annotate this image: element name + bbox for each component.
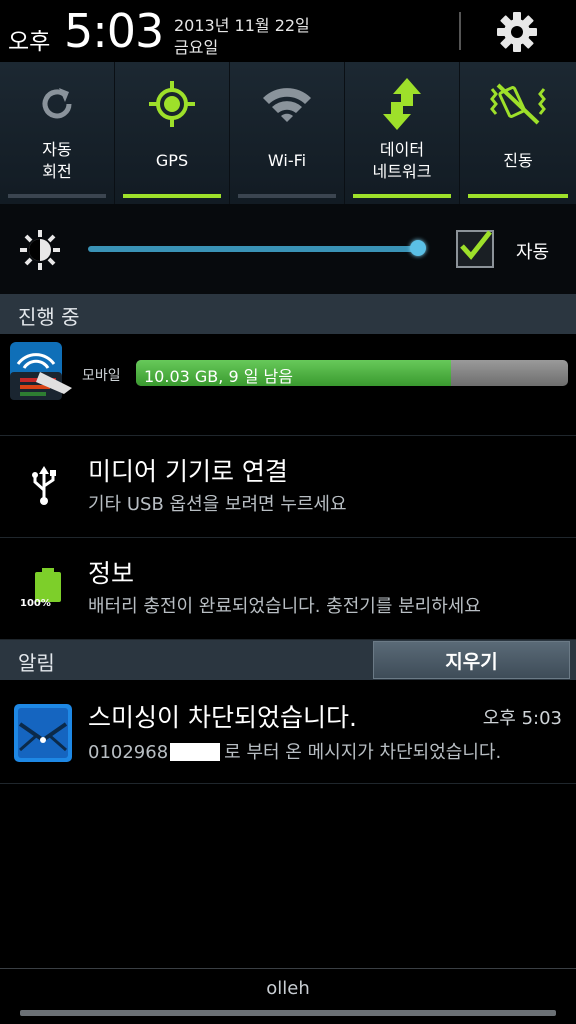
data-usage-notification[interactable]: 모바일 10.03 GB, 9 일 남음: [0, 334, 576, 436]
toggle-indicator: [238, 194, 336, 198]
vibrate-icon: [490, 83, 546, 125]
carrier-label: olleh: [266, 978, 310, 999]
usb-icon-wrap: [22, 464, 66, 508]
data-usage-app-icon: [10, 342, 72, 402]
toggle-indicator: [353, 194, 451, 198]
wifi-icon: [263, 88, 311, 122]
clock-ampm: 오후: [8, 29, 51, 55]
status-header: 오후 5:03 2013년 11월 22일 금요일: [0, 0, 576, 62]
usb-notification[interactable]: 미디어 기기로 연결 기타 USB 옵션을 보려면 누르세요: [0, 436, 576, 538]
toggle-wifi[interactable]: Wi-Fi: [230, 62, 345, 204]
header-divider: [459, 12, 461, 50]
data-usage-bar: 10.03 GB, 9 일 남음: [136, 360, 568, 386]
toggle-label: Wi-Fi: [267, 151, 307, 170]
data-usage-icon: [10, 342, 72, 400]
settings-button[interactable]: [488, 6, 546, 58]
message-icon-wrap: [14, 704, 72, 762]
redacted-block: [170, 743, 221, 761]
envelope-icon: [14, 704, 72, 762]
clock-time: 5:03: [64, 4, 164, 58]
data-usage-label: 모바일: [82, 368, 121, 384]
brightness-row: 자동: [0, 204, 576, 294]
gear-icon: [497, 12, 537, 52]
panel-drag-handle[interactable]: [20, 1010, 556, 1016]
battery-notification[interactable]: 100% 정보 배터리 충전이 완료되었습니다. 충전기를 분리하세요: [0, 538, 576, 640]
toggle-label: 자동 회전: [42, 140, 72, 181]
notification-body: 0102968 로 부터 온 메시지가 차단되었습니다.: [88, 738, 501, 764]
usb-subtitle: 기타 USB 옵션을 보려면 누르세요: [88, 494, 347, 515]
sender-number: 0102968: [88, 742, 169, 763]
section-title: 알림: [18, 651, 55, 675]
section-title: 진행 중: [18, 305, 80, 329]
toggle-auto-rotate[interactable]: 자동 회전: [0, 62, 115, 204]
ongoing-section-header: 진행 중: [0, 294, 576, 334]
gps-icon: [149, 81, 195, 127]
toggle-data-network[interactable]: 데이터 네트워크: [345, 62, 460, 204]
auto-brightness-checkbox[interactable]: [456, 230, 494, 268]
brightness-icon: [20, 230, 60, 270]
notification-time: 오후 5:03: [482, 708, 562, 729]
checkmark-icon: [460, 230, 492, 260]
carrier-divider: [0, 968, 576, 969]
battery-subtitle: 배터리 충전이 완료되었습니다. 충전기를 분리하세요: [88, 596, 481, 617]
data-network-icon: [383, 78, 421, 130]
battery-level-text: 100%: [20, 598, 51, 609]
brightness-slider[interactable]: [88, 246, 420, 252]
brightness-icon-wrap: [18, 228, 62, 276]
toggle-indicator: [468, 194, 568, 198]
clear-button[interactable]: 지우기: [373, 641, 570, 679]
toggle-label: GPS: [155, 151, 189, 170]
auto-brightness-label: 자동: [516, 242, 550, 263]
date-text: 2013년 11월 22일: [174, 16, 310, 35]
rotate-icon: [42, 88, 72, 119]
toggle-vibrate[interactable]: 진동: [460, 62, 576, 204]
notifications-section-header: 알림 지우기: [0, 640, 576, 680]
toggle-indicator: [8, 194, 106, 198]
toggle-gps[interactable]: GPS: [115, 62, 230, 204]
toggle-indicator: [123, 194, 221, 198]
toggle-label: 진동: [503, 151, 533, 170]
notification-title: 스미싱이 차단되었습니다.: [88, 703, 357, 732]
weekday-text: 금요일: [174, 38, 219, 57]
brightness-slider-thumb[interactable]: [410, 240, 426, 256]
usb-icon: [32, 466, 56, 505]
usb-title: 미디어 기기로 연결: [88, 457, 288, 486]
data-usage-text: 10.03 GB, 9 일 남음: [144, 367, 293, 386]
quick-settings-panel: 자동 회전 GPS Wi-Fi 데이터 네트워크 진동: [0, 62, 576, 204]
notification-body-text: 로 부터 온 메시지가 차단되었습니다.: [224, 742, 502, 763]
battery-icon-wrap: 100%: [20, 568, 70, 612]
battery-title: 정보: [88, 559, 135, 588]
smishing-notification[interactable]: 스미싱이 차단되었습니다. 오후 5:03 0102968 로 부터 온 메시지가…: [0, 680, 576, 784]
toggle-label: 데이터 네트워크: [372, 140, 432, 181]
